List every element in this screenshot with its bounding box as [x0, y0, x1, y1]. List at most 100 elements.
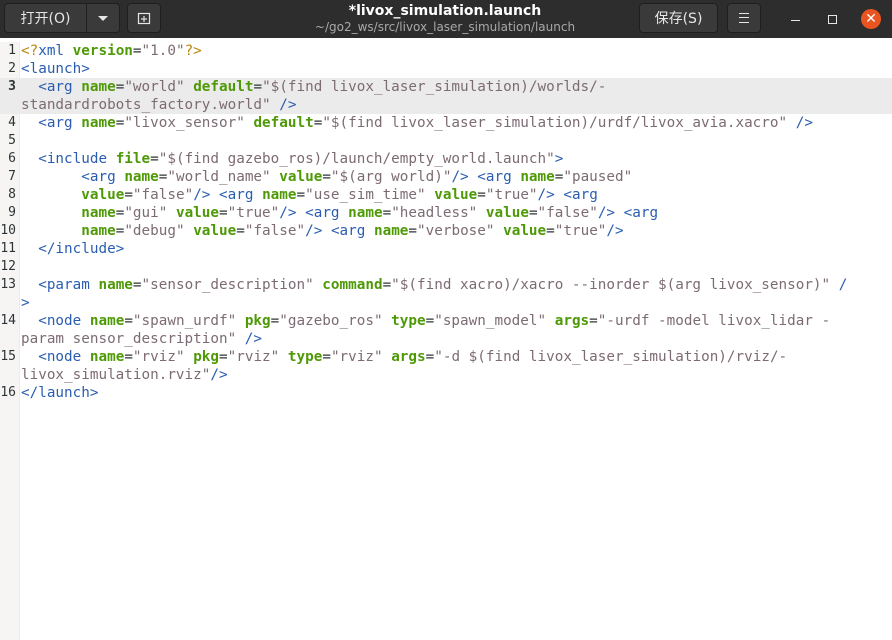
app-menu-button[interactable]: [727, 3, 761, 33]
code-token: "$(find livox_laser_simulation)/urdf/liv…: [322, 115, 788, 131]
code-token: "debug": [124, 223, 185, 239]
code-token: xml: [38, 43, 65, 59]
maximize-button[interactable]: [821, 8, 843, 30]
code-line[interactable]: 13 <param name="sensor_description" comm…: [0, 276, 892, 294]
code-line[interactable]: 6 <include file="$(find gazebo_ros)/laun…: [0, 150, 892, 168]
code-line[interactable]: 9 name="gui" value="true"/> <arg name="h…: [0, 204, 892, 222]
code-line[interactable]: 14 <node name="spawn_urdf" pkg="gazebo_r…: [0, 312, 892, 330]
code-token: />: [795, 115, 813, 131]
code-token: />: [244, 331, 263, 347]
code-token: />: [451, 169, 469, 185]
line-text: <node name="rviz" pkg="rviz" type="rviz"…: [21, 348, 892, 366]
close-button[interactable]: ✕: [860, 8, 882, 30]
minimize-button[interactable]: [784, 8, 806, 30]
document-title: *livox_simulation.launch: [348, 3, 542, 19]
code-token: >: [21, 295, 30, 311]
code-token: name: [89, 349, 125, 365]
code-token: value: [81, 187, 125, 203]
code-line[interactable]: >: [0, 294, 892, 312]
code-token: "spawn_urdf": [132, 313, 237, 329]
code-token: />: [537, 187, 555, 203]
code-token: </include>: [38, 241, 125, 257]
code-line[interactable]: 10 name="debug" value="false"/> <arg nam…: [0, 222, 892, 240]
code-token: "gui": [124, 205, 168, 221]
code-line[interactable]: 16 </launch>: [0, 384, 892, 402]
code-token: "rviz": [330, 349, 383, 365]
code-token: <arg: [305, 205, 340, 221]
open-button[interactable]: 打开(O): [5, 4, 87, 32]
code-line[interactable]: 11 </include>: [0, 240, 892, 258]
code-token: args: [391, 349, 426, 365]
code-line[interactable]: 8 value="false"/> <arg name="use_sim_tim…: [0, 186, 892, 204]
code-token: />: [279, 205, 297, 221]
code-token: =: [322, 169, 331, 185]
code-token: "false": [537, 205, 598, 221]
open-recent-dropdown[interactable]: [87, 4, 119, 32]
code-token: name: [81, 79, 116, 95]
line-text: <include file="$(find gazebo_ros)/launch…: [21, 150, 892, 168]
code-line[interactable]: 5: [0, 132, 892, 150]
code-line[interactable]: 7 <arg name="world_name" value="$(arg wo…: [0, 168, 892, 186]
line-text: [21, 132, 892, 150]
code-token: =: [124, 349, 133, 365]
code-token: /: [838, 277, 848, 293]
code-token: "world": [124, 79, 185, 95]
code-token: "spawn_model": [434, 313, 547, 329]
code-line[interactable]: livox_simulation.rviz"/>: [0, 366, 892, 384]
code-token: =: [477, 187, 486, 203]
code-line[interactable]: 1 <?xml version="1.0"?>: [0, 42, 892, 60]
code-line[interactable]: 3 <arg name="world" default="$(find livo…: [0, 78, 892, 96]
code-token: "1.0": [141, 43, 185, 59]
code-token: <arg: [330, 223, 366, 239]
code-token: =: [382, 205, 392, 221]
code-token: =: [425, 313, 435, 329]
code-token: <include: [38, 151, 108, 167]
save-button[interactable]: 保存(S): [639, 3, 718, 33]
code-token: value: [485, 205, 529, 221]
code-line[interactable]: standardrobots_factory.world" />: [0, 96, 892, 114]
code-line[interactable]: 15 <node name="rviz" pkg="rviz" type="rv…: [0, 348, 892, 366]
code-token: default: [193, 79, 254, 95]
code-token: =: [425, 349, 435, 365]
line-text: name="gui" value="true"/> <arg name="hea…: [21, 204, 892, 222]
line-text: <launch>: [21, 60, 892, 78]
code-token: =: [322, 349, 331, 365]
code-token: "sensor_description": [141, 277, 314, 293]
maximize-icon: [827, 14, 837, 24]
code-token: value: [279, 169, 323, 185]
code-token: "verbose": [417, 223, 495, 239]
open-button-label: 打开(O): [20, 11, 71, 27]
code-token: />: [193, 187, 211, 203]
code-line[interactable]: 12: [0, 258, 892, 276]
line-number: 9: [8, 205, 16, 220]
new-tab-button[interactable]: [127, 3, 161, 33]
code-view[interactable]: 1 <?xml version="1.0"?> 2 <launch> 3 <arg na…: [0, 42, 892, 402]
code-token: =: [382, 277, 392, 293]
text-editor[interactable]: 1 <?xml version="1.0"?> 2 <launch> 3 <arg na…: [0, 42, 892, 640]
code-token: name: [81, 205, 116, 221]
code-line[interactable]: 2 <launch>: [0, 60, 892, 78]
code-token: <arg: [477, 169, 512, 185]
line-number: 1: [8, 43, 16, 58]
code-line[interactable]: 4 <arg name="livox_sensor" default="$(fi…: [0, 114, 892, 132]
code-token: "$(find livox_laser_simulation)/worlds/-: [262, 79, 607, 95]
code-line[interactable]: param sensor_description" />: [0, 330, 892, 348]
code-token: <node: [38, 313, 82, 329]
code-token: =: [132, 43, 142, 59]
hamburger-menu-icon: [739, 13, 749, 23]
